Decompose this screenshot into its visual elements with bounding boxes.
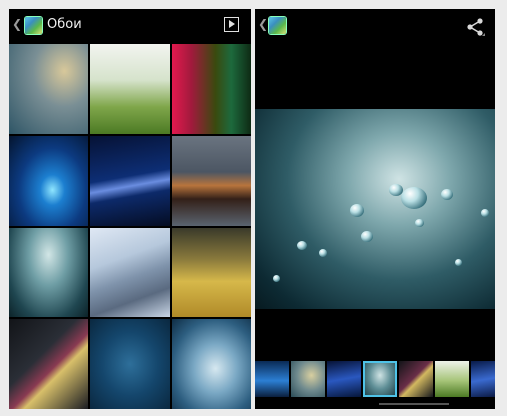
thumbnail-grid [9, 44, 251, 409]
share-icon[interactable] [465, 17, 485, 37]
water-drop [350, 204, 364, 217]
thumbnail-airplane-wing-clouds[interactable] [90, 227, 170, 318]
action-bar: ❮ [255, 9, 495, 42]
main-photo[interactable] [255, 109, 495, 309]
thumbnail-golden-wheat-field[interactable] [171, 227, 251, 318]
water-drop [297, 241, 307, 250]
water-drop [415, 219, 424, 227]
thumbnail-grass-bokeh[interactable] [9, 44, 89, 134]
thumbnail-blue-twig[interactable] [90, 319, 170, 409]
filmstrip-thumb-blue-light-waves[interactable] [327, 361, 361, 397]
thumbnail-leaf-veins-blue[interactable] [171, 319, 251, 409]
thumbnail-blue-horizon-glow[interactable] [9, 135, 89, 226]
album-title: Обои [47, 17, 82, 32]
filmstrip-thumb-water-droplets-leaf[interactable] [363, 361, 397, 397]
filmstrip-thumb-sparkling-branch[interactable] [399, 361, 433, 397]
thumbnail-green-grass-closeup[interactable] [90, 44, 170, 134]
photo-viewer-screen: ❮ [255, 9, 495, 409]
gallery-icon[interactable] [25, 17, 42, 34]
water-drop [401, 187, 427, 209]
water-drop [389, 184, 403, 196]
water-drop [481, 209, 489, 217]
filmstrip [255, 361, 495, 397]
gallery-album-screen: ❮ Обои [9, 9, 251, 409]
gallery-icon[interactable] [269, 17, 286, 34]
thumbnail-water-droplets-leaf[interactable] [9, 227, 89, 318]
action-bar: ❮ Обои [9, 9, 251, 42]
slideshow-icon[interactable] [224, 17, 239, 32]
filmstrip-scrollbar[interactable] [379, 403, 449, 405]
thumbnail-sparkling-branch[interactable] [9, 319, 89, 409]
water-drop [361, 231, 373, 242]
thumbnail-color-rays-abstract[interactable] [171, 44, 251, 134]
chevron-left-icon[interactable]: ❮ [12, 17, 22, 31]
filmstrip-thumb-blue-light-waves-2[interactable] [471, 361, 495, 397]
filmstrip-thumb-green-grass-closeup[interactable] [435, 361, 469, 397]
chevron-left-icon[interactable]: ❮ [258, 17, 268, 31]
thumbnail-blue-light-waves[interactable] [90, 135, 170, 226]
water-drop [455, 259, 462, 266]
filmstrip-thumb-grass-bokeh[interactable] [291, 361, 325, 397]
water-drop [273, 275, 280, 282]
thumbnail-city-panorama[interactable] [171, 135, 251, 226]
water-drop [441, 189, 453, 200]
water-drop [319, 249, 327, 257]
filmstrip-thumb-blue-horizon[interactable] [255, 361, 289, 397]
